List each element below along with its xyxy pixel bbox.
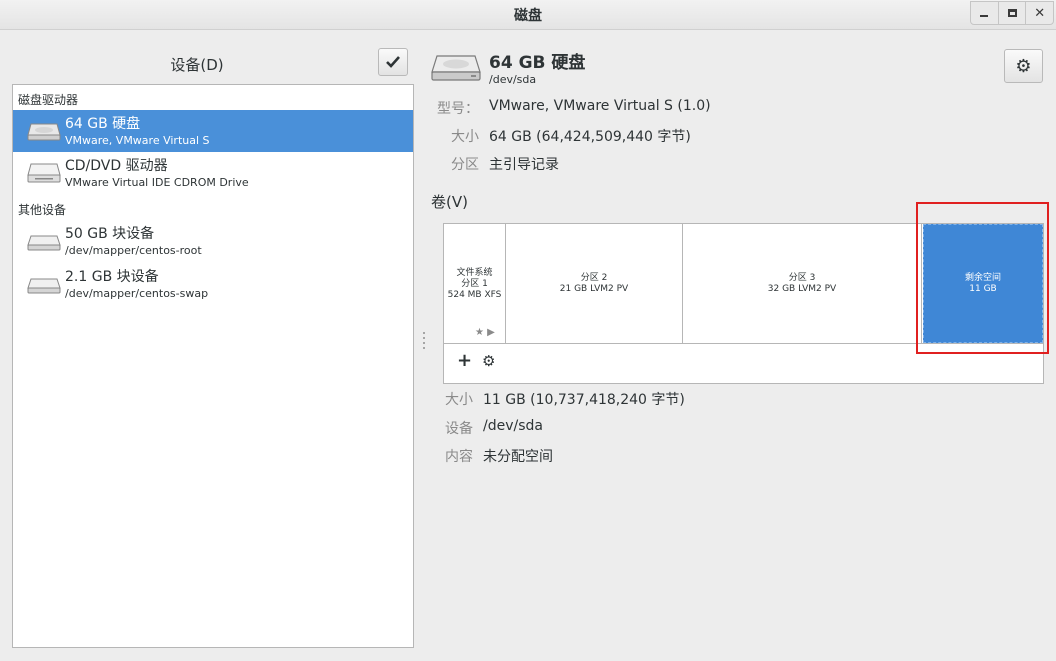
- device-subtitle: /dev/mapper/centos-swap: [65, 287, 209, 300]
- device-list: 磁盘驱动器 64 GB 硬盘 VMware, VMware Virtual S …: [12, 84, 414, 648]
- window-titlebar: 磁盘 ✕: [0, 0, 1056, 30]
- add-partition-button[interactable]: +: [457, 350, 472, 371]
- block-device-icon: [27, 235, 61, 251]
- segment-line: 分区 2: [580, 273, 608, 283]
- block-device-icon: [27, 278, 61, 294]
- play-icon: ▶: [487, 327, 495, 338]
- plus-icon: +: [457, 350, 473, 371]
- partition-3-segment[interactable]: 分区 3 32 GB LVM2 PV: [683, 224, 922, 344]
- window-controls: ✕: [970, 1, 1054, 25]
- checkmark-icon: [386, 56, 400, 68]
- vol-info-label-contents: 内容: [445, 449, 473, 465]
- select-mode-button[interactable]: [378, 48, 408, 76]
- info-label-partitioning: 分区: [451, 157, 479, 173]
- devices-header: 设备(D): [12, 48, 414, 78]
- disk-path: /dev/sda: [489, 73, 537, 86]
- harddisk-icon: [27, 123, 61, 141]
- segment-line: 文件系统: [456, 267, 493, 278]
- device-subtitle: VMware Virtual IDE CDROM Drive: [65, 176, 249, 189]
- highlight-annotation-box: [916, 202, 1049, 354]
- device-name: 64 GB 硬盘: [65, 116, 141, 132]
- segment-line: 32 GB LVM2 PV: [767, 284, 837, 294]
- segment-line: 524 MB XFS: [447, 289, 502, 300]
- segment-line: 分区 3: [788, 273, 816, 283]
- device-subtitle: /dev/mapper/centos-root: [65, 244, 202, 257]
- maximize-icon: [1007, 9, 1017, 17]
- disk-title: 64 GB 硬盘: [489, 53, 586, 73]
- partition-1-segment[interactable]: 文件系统 分区 1 524 MB XFS ★ ▶: [444, 224, 506, 344]
- info-value-model: VMware, VMware Virtual S (1.0): [489, 98, 711, 114]
- maximize-button[interactable]: [999, 2, 1027, 24]
- harddisk-icon: [431, 55, 481, 81]
- volumes-title: 卷(V): [431, 193, 468, 211]
- device-item-50gb-block[interactable]: 50 GB 块设备 /dev/mapper/centos-root: [13, 220, 413, 262]
- segment-line: 分区 1: [461, 278, 488, 289]
- info-label-model: 型号：: [437, 101, 479, 117]
- pane-splitter-handle[interactable]: [422, 332, 426, 354]
- segment-flags: ★ ▶: [475, 327, 495, 338]
- partition-2-segment[interactable]: 分区 2 21 GB LVM2 PV: [506, 224, 683, 344]
- segment-line: 21 GB LVM2 PV: [559, 284, 629, 294]
- info-label-size: 大小: [451, 129, 479, 145]
- vol-info-label-device: 设备: [445, 421, 473, 437]
- devices-title: 设备(D): [170, 56, 224, 74]
- device-name: CD/DVD 驱动器: [65, 158, 168, 174]
- device-item-cd-dvd-drive[interactable]: CD/DVD 驱动器 VMware Virtual IDE CDROM Driv…: [13, 152, 413, 194]
- device-item-64gb-harddisk[interactable]: 64 GB 硬盘 VMware, VMware Virtual S: [13, 110, 413, 152]
- device-item-2gb-block[interactable]: 2.1 GB 块设备 /dev/mapper/centos-swap: [13, 263, 413, 305]
- gears-icon: ⚙: [482, 352, 496, 370]
- vol-info-label-size: 大小: [445, 392, 473, 408]
- section-other-devices: 其他设备: [18, 203, 67, 217]
- device-name: 50 GB 块设备: [65, 226, 155, 242]
- gear-icon: ⚙: [1015, 55, 1032, 77]
- vol-info-value-contents: 未分配空间: [483, 449, 553, 465]
- info-value-size: 64 GB (64,424,509,440 字节): [489, 129, 691, 145]
- minimize-button[interactable]: [971, 2, 999, 24]
- device-subtitle: VMware, VMware Virtual S: [65, 134, 210, 147]
- vol-info-value-device: /dev/sda: [483, 418, 543, 434]
- disk-settings-button[interactable]: ⚙: [1004, 49, 1043, 83]
- star-icon: ★: [475, 327, 484, 338]
- device-name: 2.1 GB 块设备: [65, 269, 159, 285]
- section-disk-drives: 磁盘驱动器: [18, 93, 79, 107]
- close-button[interactable]: ✕: [1026, 2, 1053, 24]
- close-icon: ✕: [1034, 5, 1046, 21]
- minimize-icon: [980, 15, 989, 17]
- optical-drive-icon: [27, 163, 61, 183]
- window-title: 磁盘: [514, 8, 542, 24]
- vol-info-value-size: 11 GB (10,737,418,240 字节): [483, 392, 685, 408]
- info-value-partitioning: 主引导记录: [489, 157, 559, 173]
- partition-options-button[interactable]: ⚙: [482, 352, 495, 370]
